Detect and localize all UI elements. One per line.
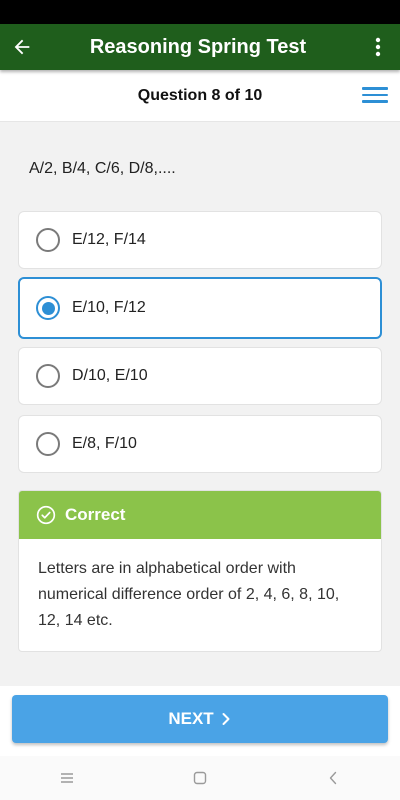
next-button[interactable]: NEXT	[12, 695, 388, 743]
option-3[interactable]: D/10, E/10	[18, 347, 382, 405]
radio-checked-icon[interactable]	[36, 296, 60, 320]
radio-unchecked-icon[interactable]	[36, 228, 60, 252]
app-title: Reasoning Spring Test	[89, 35, 307, 58]
option-1[interactable]: E/12, F/14	[18, 211, 382, 269]
recents-icon[interactable]	[47, 758, 87, 798]
radio-unchecked-icon[interactable]	[36, 364, 60, 388]
next-button-label: NEXT	[168, 709, 214, 728]
chevron-right-icon	[222, 713, 230, 725]
result-banner: Correct	[19, 491, 381, 539]
radio-unchecked-icon[interactable]	[36, 432, 60, 456]
option-2[interactable]: E/10, F/12	[18, 277, 382, 339]
question-counter: Question 8 of 10	[137, 86, 263, 104]
result-explanation: Letters are in alphabetical order with n…	[38, 560, 340, 629]
arrow-left-icon[interactable]	[0, 24, 44, 70]
app-bar: Reasoning Spring Test	[0, 24, 400, 70]
option-label: E/8, F/10	[72, 435, 137, 452]
check-circle-icon	[36, 505, 56, 525]
option-label: E/10, F/12	[72, 299, 146, 316]
system-nav-bar	[0, 756, 400, 800]
more-vert-icon[interactable]	[356, 24, 400, 70]
option-label: E/12, F/14	[72, 231, 146, 248]
result-card: Correct Letters are in alphabetical orde…	[18, 490, 382, 652]
home-icon[interactable]	[180, 758, 220, 798]
option-4[interactable]: E/8, F/10	[18, 415, 382, 473]
result-status: Correct	[65, 505, 126, 524]
option-label: D/10, E/10	[72, 367, 148, 384]
question-header: Question 8 of 10	[0, 70, 400, 122]
question-text: A/2, B/4, C/6, D/8,....	[29, 160, 176, 177]
back-icon[interactable]	[313, 758, 353, 798]
status-bar	[0, 0, 400, 24]
hamburger-menu-icon[interactable]	[362, 82, 388, 108]
